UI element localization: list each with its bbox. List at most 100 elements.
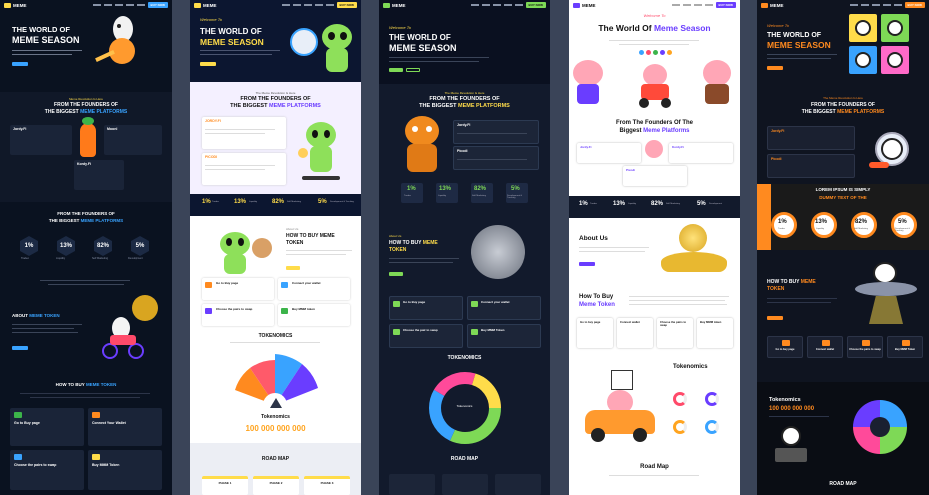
token-ring-2 [705, 392, 719, 406]
about-title2: MEME TOKEN [29, 313, 60, 318]
founders-small: The Meme Revolution Is Here [444, 91, 485, 95]
founders-title2: THE BIGGEST [230, 103, 268, 109]
card-jordy: Jordy.Fi [580, 145, 592, 149]
roadmap-title: ROAD MAP [829, 481, 857, 487]
stat-hex-3: 82% [94, 236, 112, 256]
panda-laptop-icon [771, 424, 811, 464]
buy-now-button[interactable]: BUY NOW [715, 2, 736, 8]
navbar: MEME BUY NOW [569, 0, 740, 10]
logo-icon [761, 2, 768, 8]
buy-now-button[interactable]: BUY NOW [525, 2, 546, 8]
token-ring-4 [705, 420, 719, 434]
coin-icon [471, 329, 478, 335]
howto-title2: MEME TOKEN [85, 382, 117, 387]
buy-now-button[interactable]: BUY NOW [904, 2, 925, 8]
template-preview-dark-5: MEME BUY NOW Welcome To THE WORLD OF MEM… [757, 0, 929, 495]
buy-now-button[interactable]: BUY NOW [147, 2, 168, 8]
logo[interactable]: MEME [203, 3, 217, 8]
alien-cookie-mascot-icon [210, 228, 276, 276]
founders-title2: THE BIGGEST [44, 109, 79, 115]
card-picodi: PICODI [205, 155, 218, 159]
pig-sword-mascot-icon [697, 56, 737, 106]
panda-card-2 [881, 14, 909, 42]
step-4: Buy MMM token [700, 320, 722, 324]
navbar: MEME BUY NOW [190, 0, 361, 10]
founders-small: The Meme Revolution Is Here [823, 96, 863, 100]
card-moonl: Moonl [107, 127, 118, 131]
step-4: Buy MMM Token [92, 463, 120, 467]
silver-coin-icon [471, 225, 525, 279]
howto-title: HOW TO BUY [55, 382, 85, 387]
stat-label-4: Development & Tracking [895, 228, 910, 233]
step-3: Choose the pairs to swap [216, 307, 253, 311]
founders-title2: Biggest [619, 128, 642, 134]
founders-title: From The Founders Of The [615, 120, 693, 126]
step-card-2: Connect your wallet [467, 296, 541, 320]
stat-label-1: Tradeo [778, 228, 785, 230]
link-icon [471, 301, 478, 307]
hero-line2: MEME SEASON [389, 43, 457, 53]
about-small: About Us [389, 234, 402, 238]
panda-card-3 [849, 46, 877, 74]
step-card-4: Buy MMM Token [467, 324, 541, 348]
step-card-1: Go to Buy page [202, 278, 274, 300]
phase-1: PHASE 1 [218, 481, 232, 485]
logo[interactable]: MEME [770, 3, 784, 8]
founders-title3: MEME PLATFORMS [837, 109, 885, 115]
tokenomics-pie-chart [851, 398, 909, 456]
roadmap-title: ROAD MAP [261, 456, 290, 462]
step-card-2: Connect your wallet [278, 278, 350, 300]
rabbit-bike-mascot-icon [98, 295, 162, 365]
stat-2: 13% [439, 186, 452, 192]
pig-car-mascot-icon [581, 370, 659, 446]
step-card-1: Go to buy page [767, 336, 803, 358]
card-jordy: Jordy.Fi [771, 129, 785, 133]
logo[interactable]: MEME [392, 3, 406, 8]
howto-title2: MEME [800, 279, 816, 285]
total-supply: 100 000 000 000 [769, 406, 815, 412]
step-2: Connect your wallet [292, 281, 321, 285]
wallet-icon [393, 301, 400, 307]
step-card-3: Choose the pairs to swap [10, 450, 84, 490]
step-2: Connect wallet [815, 348, 835, 351]
wallet-icon [782, 340, 790, 346]
lorem-title2: DUMMY TEXT OF THE [819, 195, 867, 200]
step-card-3: Choose the pair to swap [389, 324, 463, 348]
step-4: Buy MMM Token [481, 328, 505, 332]
stat-label-4: Development [709, 203, 722, 205]
rabbit-rocket-mascot-icon [95, 14, 155, 74]
navbar: MEME BUY NOW [379, 0, 550, 10]
stat-label-4: Development & Tracking [507, 195, 522, 200]
step-1: Go to buy page [580, 320, 601, 324]
template-preview-dark-3: MEME BUY NOW Welcome To THE WORLD OF MEM… [379, 0, 550, 495]
buy-now-button[interactable]: BUY NOW [336, 2, 357, 8]
step-card-4: Buy MMM token [697, 318, 733, 348]
hero-line1: The World Of [598, 23, 652, 33]
stat-2: 13% [234, 199, 247, 205]
logo[interactable]: MEME [582, 3, 596, 8]
step-card-3: Choose the pairs to swap [847, 336, 883, 358]
step-card-1: Go to Buy page [389, 296, 463, 320]
step-1: Go to Buy page [403, 300, 426, 304]
stats-title2: THE BIGGEST [48, 218, 80, 223]
logo[interactable]: MEME [13, 3, 27, 8]
stat-1: 1% [407, 186, 416, 192]
phase-3: PHASE 3 [320, 481, 334, 485]
pig-mascot-icon [569, 56, 609, 106]
coin-icon [902, 340, 910, 346]
step-3: Choose the pairs to swap [849, 348, 881, 351]
howto-title2: TOKEN [286, 240, 304, 246]
panda-card-4 [881, 46, 909, 74]
step-2: Connect your wallet [481, 300, 510, 304]
step-card-2: Connect wallet [617, 318, 653, 348]
howto-title: How To Buy [579, 294, 614, 300]
panda-ufo-icon [855, 262, 917, 326]
pig-scooter-mascot-icon [635, 60, 675, 110]
template-preview-dark-1: MEME BUY NOW THE WORLD OF MEME SEASON Me… [0, 0, 172, 495]
stats-title3: MEME PLATFORMS [80, 218, 124, 223]
step-2: Connect wallet [620, 320, 640, 324]
panda-card-1 [849, 14, 877, 42]
step-card-1: Go to buy page [577, 318, 613, 348]
founders-title: FROM THE FOUNDERS OF [811, 102, 875, 108]
tokenomics-title: Tokenomics [769, 397, 801, 403]
